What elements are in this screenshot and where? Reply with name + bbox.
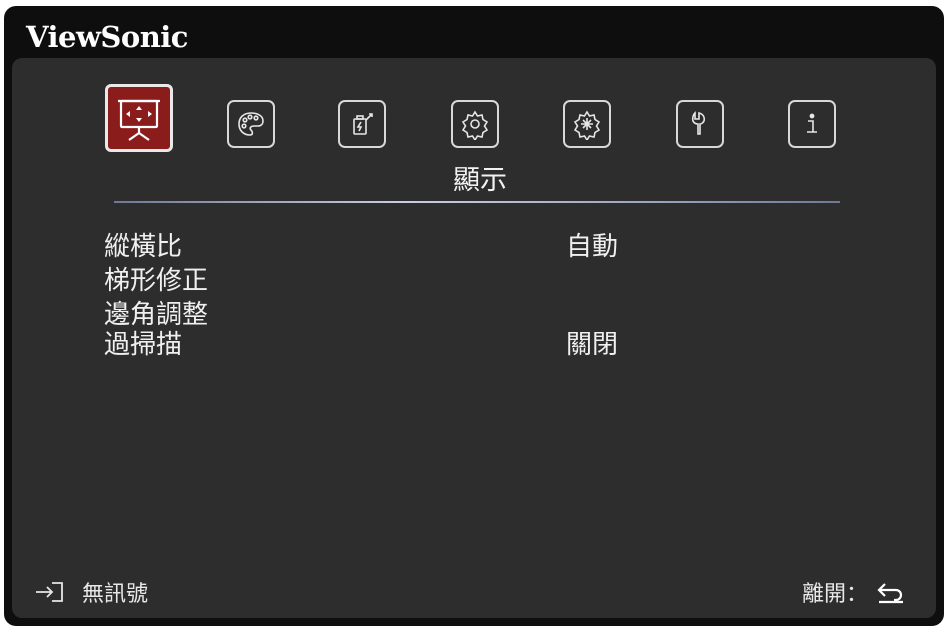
tab-information[interactable] — [788, 100, 836, 148]
menu-item-corner-adjust[interactable]: 邊角調整 — [104, 294, 804, 330]
menu-item-value: 自動 — [566, 232, 619, 262]
tab-basic[interactable] — [451, 100, 499, 148]
tab-display[interactable] — [105, 84, 173, 152]
display-icon — [118, 99, 160, 141]
basic-settings-icon — [461, 110, 489, 140]
input-status-text: 無訊號 — [82, 582, 149, 607]
menu-item-keystone[interactable]: 梯形修正 — [104, 260, 804, 296]
return-arrow-icon — [877, 583, 903, 604]
osd-window: ViewSonic 顯示 縱橫比 自動 梯形修正 邊角調整 過掃描 關閉 無訊號… — [4, 6, 944, 626]
wrench-icon — [691, 111, 706, 135]
menu-item-value: 關閉 — [566, 330, 619, 360]
tab-power[interactable] — [338, 100, 386, 148]
input-source-icon — [36, 582, 63, 602]
menu-item-aspect-ratio[interactable]: 縱橫比 自動 — [104, 226, 804, 262]
input-status: 無訊號 — [34, 576, 148, 608]
menu-item-label: 過掃描 — [104, 330, 183, 360]
menu-panel: 顯示 縱橫比 自動 梯形修正 邊角調整 過掃描 關閉 無訊號 離開： — [12, 58, 936, 618]
tab-color[interactable] — [227, 100, 275, 148]
tab-management[interactable] — [676, 100, 724, 148]
info-icon — [807, 113, 817, 133]
tab-advanced[interactable] — [563, 100, 611, 148]
advanced-settings-icon — [573, 110, 601, 140]
menu-item-label: 縱橫比 — [104, 232, 183, 262]
palette-icon — [238, 112, 264, 136]
active-tab-title: 顯示 — [453, 165, 507, 196]
brand-logo: ViewSonic — [26, 20, 188, 54]
menu-item-label: 梯形修正 — [104, 266, 209, 296]
exit-hint[interactable]: 離開： — [802, 576, 906, 608]
menu-item-overscan[interactable]: 過掃描 關閉 — [104, 324, 804, 360]
power-management-icon — [353, 113, 373, 135]
exit-label: 離開： — [801, 582, 868, 607]
title-divider — [114, 201, 840, 203]
